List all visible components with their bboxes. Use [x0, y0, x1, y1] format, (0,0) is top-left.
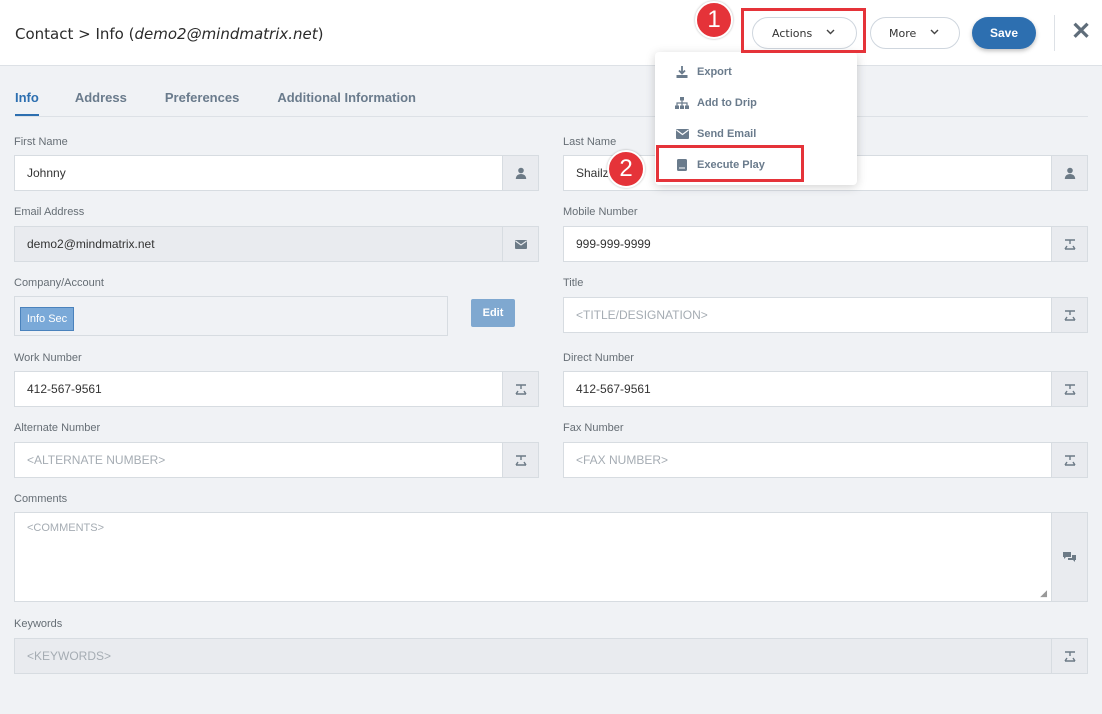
text-format-icon — [502, 442, 539, 478]
last-name-label: Last Name — [563, 136, 617, 148]
title-label: Title — [563, 277, 584, 289]
comments-label: Comments — [14, 493, 68, 505]
first-name-field[interactable]: Johnny — [14, 155, 539, 191]
download-icon — [675, 66, 689, 78]
menu-item-label: Add to Drip — [697, 97, 757, 109]
direct-number-value: 412-567-9561 — [576, 382, 651, 396]
highlight-box-actions — [741, 8, 866, 53]
user-icon — [1051, 155, 1088, 191]
callout-badge-2: 2 — [607, 150, 645, 188]
mobile-field[interactable]: 999-999-9999 — [563, 226, 1088, 262]
mobile-value: 999-999-9999 — [576, 237, 651, 251]
menu-item-add-to-drip[interactable]: Add to Drip — [675, 93, 757, 113]
tab-preferences[interactable]: Preferences — [165, 90, 239, 116]
edit-company-button[interactable]: Edit — [471, 299, 515, 327]
alternate-number-label: Alternate Number — [14, 422, 101, 434]
email-value: demo2@mindmatrix.net — [27, 237, 155, 251]
work-number-field[interactable]: 412-567-9561 — [14, 371, 539, 407]
comments-placeholder: <COMMENTS> — [27, 522, 105, 534]
user-icon — [502, 155, 539, 191]
tab-address[interactable]: Address — [75, 90, 127, 116]
text-format-icon — [1051, 371, 1088, 407]
menu-item-export[interactable]: Export — [675, 62, 732, 82]
tab-bar: Info Address Preferences Additional Info… — [15, 90, 416, 116]
company-tag[interactable]: Info Sec — [20, 307, 74, 331]
more-label: More — [889, 26, 917, 40]
first-name-label: First Name — [14, 136, 68, 148]
envelope-icon — [675, 129, 689, 139]
header-divider — [1054, 15, 1055, 51]
work-number-label: Work Number — [14, 352, 82, 364]
title-placeholder: <TITLE/DESIGNATION> — [576, 308, 708, 322]
title-prefix: Contact > Info ( — [15, 25, 135, 43]
comments-textarea[interactable]: <COMMENTS> ◢ — [14, 512, 1088, 602]
email-field: demo2@mindmatrix.net — [14, 226, 539, 262]
text-format-icon — [1051, 297, 1088, 333]
fax-number-label: Fax Number — [563, 422, 624, 434]
close-icon[interactable]: ✕ — [1071, 20, 1091, 44]
resize-grip-icon[interactable]: ◢ — [1040, 588, 1047, 599]
highlight-box-execute-play — [656, 145, 804, 182]
sitemap-icon — [675, 97, 689, 109]
work-number-value: 412-567-9561 — [27, 382, 102, 396]
save-button[interactable]: Save — [972, 17, 1036, 49]
text-format-icon — [1051, 226, 1088, 262]
keywords-field[interactable]: <KEYWORDS> — [14, 638, 1088, 674]
text-format-icon — [502, 371, 539, 407]
last-name-value: Shailz — [576, 166, 609, 180]
tab-divider — [15, 116, 1088, 117]
title-suffix: ) — [317, 25, 324, 43]
callout-badge-1: 1 — [695, 1, 733, 39]
keywords-label: Keywords — [14, 618, 63, 630]
menu-item-label: Export — [697, 66, 732, 78]
mobile-label: Mobile Number — [563, 206, 638, 218]
alternate-number-field[interactable]: <ALTERNATE NUMBER> — [14, 442, 539, 478]
title-email: demo2@mindmatrix.net — [134, 25, 318, 43]
email-label: Email Address — [14, 206, 85, 218]
header-bar: Contact > Info (demo2@mindmatrix.net) Ac… — [0, 0, 1102, 66]
text-format-icon — [1051, 442, 1088, 478]
comments-icon — [1051, 512, 1088, 602]
company-field[interactable] — [14, 296, 448, 336]
direct-number-field[interactable]: 412-567-9561 — [563, 371, 1088, 407]
title-field[interactable]: <TITLE/DESIGNATION> — [563, 297, 1088, 333]
menu-item-send-email[interactable]: Send Email — [675, 124, 756, 144]
first-name-value: Johnny — [27, 166, 66, 180]
company-label: Company/Account — [14, 277, 104, 289]
envelope-icon — [502, 226, 539, 262]
more-button[interactable]: More — [870, 17, 960, 49]
fax-number-placeholder: <FAX NUMBER> — [576, 453, 669, 467]
tab-additional-information[interactable]: Additional Information — [277, 90, 416, 116]
fax-number-field[interactable]: <FAX NUMBER> — [563, 442, 1088, 478]
text-format-icon — [1051, 638, 1088, 674]
chevron-down-icon — [930, 28, 939, 38]
menu-item-label: Send Email — [697, 128, 757, 140]
direct-number-label: Direct Number — [563, 352, 634, 364]
alternate-number-placeholder: <ALTERNATE NUMBER> — [27, 453, 166, 467]
page-title: Contact > Info (demo2@mindmatrix.net) — [15, 25, 324, 43]
tab-info[interactable]: Info — [15, 90, 39, 116]
keywords-placeholder: <KEYWORDS> — [27, 649, 112, 663]
